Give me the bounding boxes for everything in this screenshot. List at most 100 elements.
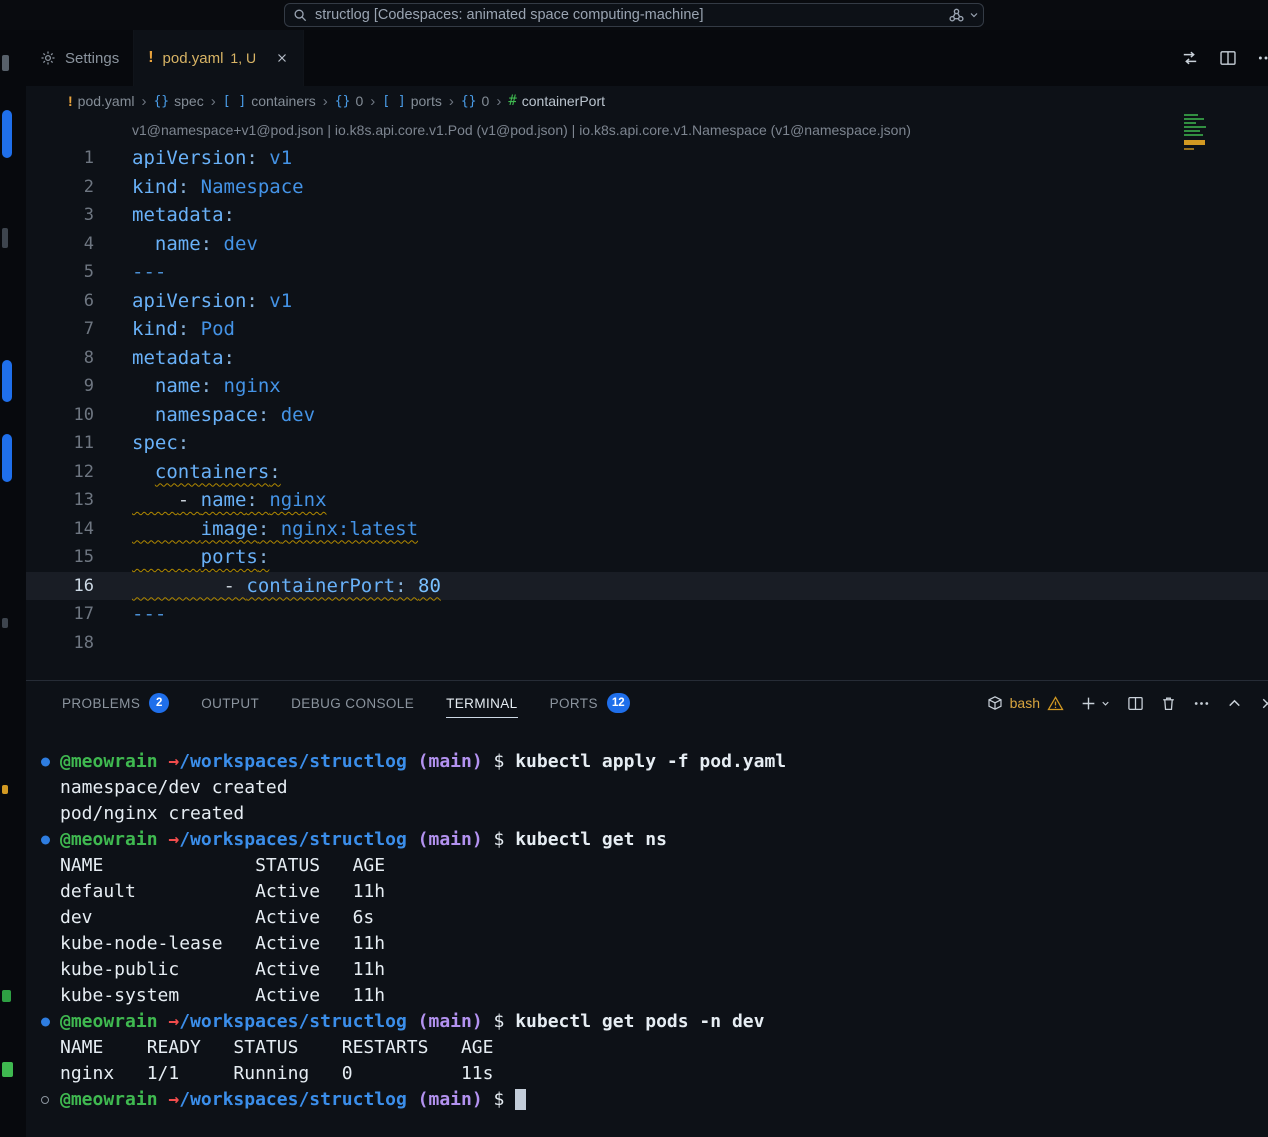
shell-warning-icon (1047, 695, 1064, 712)
line-number: 10 (26, 401, 94, 430)
code-token: image (201, 518, 258, 540)
breadcrumb-item[interactable]: {}spec (153, 93, 203, 109)
split-editor-icon[interactable] (1219, 49, 1237, 67)
editor[interactable]: 1apiVersion: v12kind: Namespace3metadata… (26, 144, 1268, 657)
code-line[interactable]: 12 containers: (26, 458, 1268, 487)
code-line[interactable]: 15 ports: (26, 543, 1268, 572)
breadcrumb-item[interactable]: [ ]ports (382, 93, 442, 109)
terminal-token: namespace/dev created (60, 777, 288, 798)
terminal-token: → (168, 1089, 179, 1110)
code-line[interactable]: 2kind: Namespace (26, 173, 1268, 202)
code-line[interactable]: 17--- (26, 600, 1268, 629)
terminal-token (158, 751, 169, 772)
panel-tab-label: PORTS (550, 696, 598, 711)
breadcrumb-label: 0 (482, 93, 490, 109)
breadcrumb-item[interactable]: [ ]containers (223, 93, 316, 109)
code-token (132, 489, 178, 511)
symbol-array-icon: [ ] (223, 94, 246, 109)
code-token (132, 546, 201, 568)
breadcrumb-item[interactable]: {} 0 (461, 93, 489, 109)
panel-tab-ports[interactable]: PORTS12 (550, 681, 630, 725)
code-token: dev (224, 233, 258, 255)
more-actions-icon[interactable] (1193, 695, 1210, 712)
code-token: : (395, 575, 418, 597)
code-token: : (246, 290, 269, 312)
terminal-token: dev Active 6s (60, 907, 374, 928)
terminal-token: (main) (418, 751, 483, 772)
close-panel-icon[interactable] (1259, 695, 1268, 712)
terminal[interactable]: @meowrain →/workspaces/structlog (main) … (26, 725, 1268, 1137)
line-content: apiVersion: v1 (94, 287, 292, 316)
terminal-token: nginx 1/1 Running 0 11s (60, 1063, 493, 1084)
line-content: - containerPort: 80 (94, 572, 441, 601)
line-number: 2 (26, 173, 94, 202)
terminal-token: $ (483, 829, 516, 850)
code-line[interactable]: 13 - name: nginx (26, 486, 1268, 515)
panel-tab-debug-console[interactable]: DEBUG CONSOLE (291, 681, 414, 725)
minimap[interactable] (1184, 114, 1218, 172)
code-token: Namespace (201, 176, 304, 198)
breadcrumb-item[interactable]: !pod.yaml (68, 93, 134, 109)
code-line[interactable]: 5--- (26, 258, 1268, 287)
terminal-token: default Active 11h (60, 881, 385, 902)
breadcrumb: !pod.yaml›{}spec›[ ]containers›{}0›[ ]po… (26, 86, 1268, 116)
panel-tab-output[interactable]: OUTPUT (201, 681, 259, 725)
code-token: v1 (269, 290, 292, 312)
code-line[interactable]: 14 image: nginx:latest (26, 515, 1268, 544)
code-token (132, 233, 155, 255)
line-number: 13 (26, 486, 94, 515)
code-line[interactable]: 7kind: Pod (26, 315, 1268, 344)
code-token (132, 461, 155, 483)
codespaces-menu[interactable] (948, 0, 980, 30)
breadcrumb-item[interactable]: #containerPort (508, 93, 605, 109)
code-line[interactable]: 3metadata: (26, 201, 1268, 230)
plus-icon (1080, 695, 1097, 712)
breadcrumb-item[interactable]: {}0 (335, 93, 363, 109)
tab-pod-yaml[interactable]: ! pod.yaml 1, U (134, 30, 304, 86)
tab-label: pod.yaml (163, 50, 224, 67)
terminal-line: dev Active 6s (26, 905, 1268, 931)
bottom-panel: PROBLEMS2 OUTPUT DEBUG CONSOLE TERMINAL PORT… (26, 680, 1268, 1137)
chevron-right-icon: › (370, 93, 375, 110)
code-line[interactable]: 18 (26, 629, 1268, 658)
command-center-search[interactable]: structlog [Codespaces: animated space co… (284, 3, 984, 27)
shell-selector[interactable]: bash (987, 695, 1064, 712)
code-token: kind (132, 176, 178, 198)
more-actions-icon[interactable] (1257, 49, 1268, 67)
minimap-line (1184, 114, 1198, 116)
code-token: name (155, 233, 201, 255)
line-number: 14 (26, 515, 94, 544)
tab-settings[interactable]: Settings (26, 30, 134, 86)
code-line[interactable]: 6apiVersion: v1 (26, 287, 1268, 316)
code-line[interactable]: 4 name: dev (26, 230, 1268, 259)
line-content: --- (94, 258, 166, 287)
code-token: : (269, 461, 280, 483)
panel-tab-terminal[interactable]: TERMINAL (446, 681, 517, 725)
maximize-panel-icon[interactable] (1226, 695, 1243, 712)
terminal-line: pod/nginx created (26, 801, 1268, 827)
code-line[interactable]: 8metadata: (26, 344, 1268, 373)
search-icon (293, 8, 308, 23)
line-content: metadata: (94, 344, 235, 373)
code-line[interactable]: 9 name: nginx (26, 372, 1268, 401)
kill-terminal-icon[interactable] (1160, 695, 1177, 712)
new-terminal-button[interactable] (1080, 695, 1111, 712)
title-bar: structlog [Codespaces: animated space co… (0, 0, 1268, 30)
code-line[interactable]: 11spec: (26, 429, 1268, 458)
code-token: Pod (201, 318, 235, 340)
line-number: 3 (26, 201, 94, 230)
terminal-line: @meowrain →/workspaces/structlog (main) … (26, 827, 1268, 853)
code-token: : (224, 204, 235, 226)
compare-changes-icon[interactable] (1181, 49, 1199, 67)
line-number: 12 (26, 458, 94, 487)
close-icon[interactable] (275, 51, 289, 65)
symbol-object-icon: {} (461, 94, 477, 109)
split-terminal-icon[interactable] (1127, 695, 1144, 712)
command-status-bullet (41, 1018, 50, 1027)
code-line[interactable]: 16 - containerPort: 80 (26, 572, 1268, 601)
code-line[interactable]: 10 namespace: dev (26, 401, 1268, 430)
line-content: kind: Namespace (94, 173, 304, 202)
code-line[interactable]: 1apiVersion: v1 (26, 144, 1268, 173)
panel-tab-problems[interactable]: PROBLEMS2 (62, 681, 169, 725)
command-status-bullet (41, 836, 50, 845)
